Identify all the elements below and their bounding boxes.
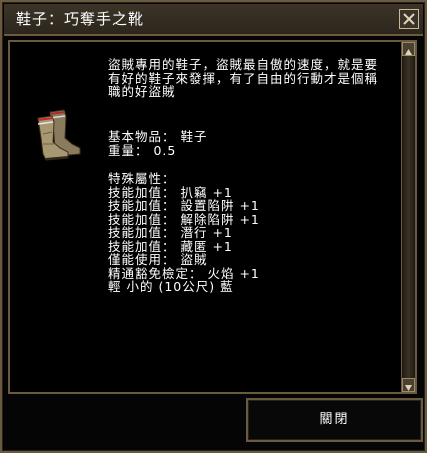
property-line: 技能加值： 解除陷阱 +1 xyxy=(108,211,260,227)
property-line: 僅能使用： 盜賊 xyxy=(108,252,208,267)
property-line: 輕 小的 (10公尺) 藍 xyxy=(108,279,234,294)
window-title: 鞋子：巧奪手之靴 xyxy=(16,10,145,28)
special-properties-header: 特殊屬性： xyxy=(108,171,176,186)
close-button[interactable]: 關閉 xyxy=(246,398,423,442)
description-line: 盜賊專用的鞋子，盜賊最自傲的速度，就是要 xyxy=(108,57,379,72)
item-description: 盜賊專用的鞋子，盜賊最自傲的速度，就是要 有好的鞋子來發揮，有了自由的行動才是個… xyxy=(108,58,396,99)
base-item-text: 基本物品： 鞋子 xyxy=(108,129,208,144)
item-details-content: 盜賊專用的鞋子，盜賊最自傲的速度，就是要 有好的鞋子來發揮，有了自由的行動才是個… xyxy=(10,42,402,392)
weight-text: 重量： 0.5 xyxy=(108,142,177,158)
scroll-up-button[interactable] xyxy=(402,42,415,56)
description-line: 職的好盜賊 xyxy=(108,84,176,99)
property-line: 技能加值： 潛行 +1 xyxy=(108,225,233,240)
property-line: 技能加值： 藏匿 +1 xyxy=(108,238,233,254)
property-line: 技能加值： 扒竊 +1 xyxy=(108,184,233,200)
property-line: 技能加值： 設置陷阱 +1 xyxy=(108,198,260,213)
close-x-button[interactable] xyxy=(399,9,419,29)
item-info-window: 鞋子：巧奪手之靴 盜賊專用的鞋子，盜賊最自傲的速度，就是要 有好的鞋子來發揮，有… xyxy=(0,0,427,453)
item-properties: 特殊屬性： 技能加值： 扒竊 +1 技能加值： 設置陷阱 +1 技能加值： 解除… xyxy=(108,172,260,294)
boots-icon xyxy=(37,109,81,161)
title-bar: 鞋子：巧奪手之靴 xyxy=(4,4,423,36)
property-line: 精通豁免檢定： 火焰 +1 xyxy=(108,265,260,281)
scroll-down-button[interactable] xyxy=(402,378,415,392)
item-details-panel: 盜賊專用的鞋子，盜賊最自傲的速度，就是要 有好的鞋子來發揮，有了自由的行動才是個… xyxy=(8,40,417,394)
item-basics: 基本物品： 鞋子 重量： 0.5 xyxy=(108,130,207,157)
arrow-down-icon xyxy=(405,385,412,391)
scroll-track[interactable] xyxy=(402,56,415,378)
description-line: 有好的鞋子來發揮，有了自由的行動才是個稱 xyxy=(108,70,379,86)
close-x-icon xyxy=(403,13,415,25)
vertical-scrollbar[interactable] xyxy=(401,42,415,392)
